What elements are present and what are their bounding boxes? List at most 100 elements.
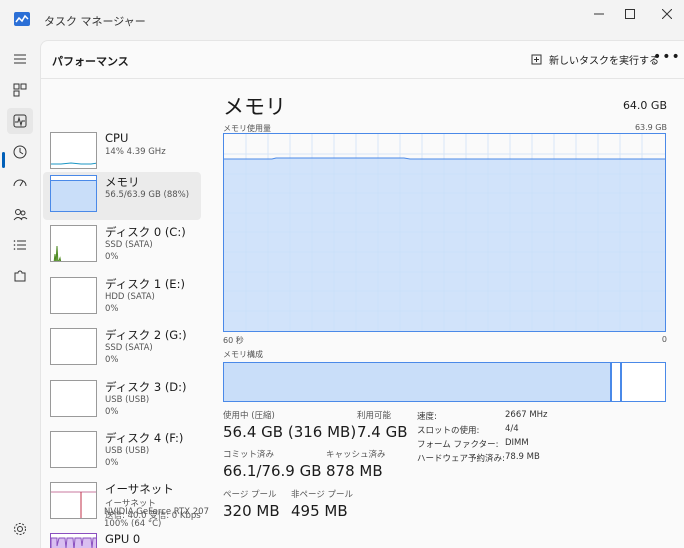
- close-icon: [661, 8, 673, 20]
- composition-modified-segment: [620, 363, 622, 401]
- resource-item-disk3[interactable]: ディスク 3 (D:) USB (USB) 0%: [43, 377, 201, 425]
- resource-list: CPU 14% 4.39 GHz メモリ 56.5/63.9 GB (88%) …: [41, 79, 203, 548]
- gpu-thumbnail: [50, 533, 97, 548]
- more-icon: •••: [653, 49, 681, 65]
- resource-detail: HDD (SATA): [105, 292, 155, 302]
- stat-in-use: 使用中 (圧縮) 56.4 GB (316 MB): [223, 409, 356, 441]
- resource-detail: 14% 4.39 GHz: [105, 147, 166, 157]
- resource-usage: 0%: [105, 458, 119, 468]
- stat-nonpaged-pool: 非ページ プール 495 MB: [291, 488, 353, 520]
- disk4-thumbnail: [50, 431, 97, 468]
- hamburger-icon: [14, 54, 26, 64]
- resource-usage: 0%: [105, 355, 119, 365]
- resource-detail: SSD (SATA): [105, 240, 153, 250]
- resource-item-disk0[interactable]: ディスク 0 (C:) SSD (SATA) 0%: [43, 222, 201, 270]
- stat-label: 非ページ プール: [291, 490, 354, 500]
- run-new-task-button[interactable]: 新しいタスクを実行する: [531, 52, 659, 67]
- run-task-label: 新しいタスクを実行する: [549, 56, 659, 67]
- disk3-thumbnail: [50, 380, 97, 417]
- resource-name: CPU: [105, 131, 129, 145]
- resource-item-disk4[interactable]: ディスク 4 (F:) USB (USB) 0%: [43, 428, 201, 476]
- nav-settings[interactable]: [7, 516, 33, 542]
- nav-processes[interactable]: [7, 77, 33, 103]
- services-puzzle-icon: [14, 270, 26, 282]
- total-memory: 64.0 GB: [622, 99, 667, 112]
- resource-name: GPU 0: [105, 532, 141, 546]
- detail-slots-label: スロットの使用:: [417, 426, 480, 436]
- nav-startup-apps[interactable]: [7, 170, 33, 196]
- hamburger-menu-button[interactable]: [7, 46, 33, 72]
- maximize-icon: [625, 9, 635, 19]
- run-task-icon: [531, 54, 542, 64]
- resource-item-disk2[interactable]: ディスク 2 (G:) SSD (SATA) 0%: [43, 325, 201, 373]
- resource-item-cpu[interactable]: CPU 14% 4.39 GHz: [43, 129, 201, 177]
- stat-value: 495 MB: [291, 502, 348, 520]
- composition-label: メモリ構成: [223, 350, 263, 359]
- stat-value: 878 MB: [326, 462, 383, 480]
- usage-graph-max: 63.9 GB: [634, 123, 667, 132]
- page-header: パフォーマンス 新しいタスクを実行する •••: [41, 41, 684, 79]
- memory-composition-bar: [223, 362, 666, 402]
- cpu-thumbnail: [50, 132, 97, 169]
- memory-usage-svg: [224, 134, 665, 331]
- stat-label: コミット済み: [223, 450, 275, 460]
- resource-usage: 0%: [105, 407, 119, 417]
- stat-value: 66.1/76.9 GB: [223, 462, 322, 480]
- memory-thumbnail: [50, 175, 97, 212]
- details-list-icon: [13, 240, 26, 250]
- navigation-rail: [0, 40, 40, 548]
- detail-form-factor-value: DIMM: [505, 438, 529, 448]
- graph-axis-right-label: 0: [661, 335, 667, 344]
- task-manager-app-icon: [14, 12, 30, 26]
- minimize-button[interactable]: [584, 4, 614, 26]
- panel-title: メモリ: [223, 95, 286, 119]
- minimize-icon: [594, 13, 604, 15]
- resource-item-memory[interactable]: メモリ 56.5/63.9 GB (88%): [43, 172, 201, 220]
- gpu-model: NVIDIA GeForce RTX 207: [104, 507, 209, 517]
- history-icon: [13, 145, 27, 159]
- stat-label: ページ プール: [223, 490, 277, 500]
- resource-detail: 56.5/63.9 GB (88%): [105, 190, 190, 200]
- resource-usage: 0%: [105, 304, 119, 314]
- more-options-button[interactable]: •••: [653, 49, 681, 65]
- content-pane: パフォーマンス 新しいタスクを実行する ••• CPU 14% 4.39 GHz…: [40, 40, 684, 548]
- detail-speed-value: 2667 MHz: [505, 410, 548, 420]
- gear-icon: [14, 523, 26, 535]
- stat-value: 7.4 GB: [357, 423, 408, 441]
- resource-name: ディスク 3 (D:): [105, 380, 187, 394]
- close-button[interactable]: [652, 4, 682, 26]
- resource-usage: 0%: [105, 252, 119, 262]
- nav-app-history[interactable]: [7, 139, 33, 165]
- nav-services[interactable]: [7, 263, 33, 289]
- detail-speed-label: 速度:: [417, 412, 437, 422]
- detail-slots-value: 4/4: [505, 424, 519, 434]
- resource-name: メモリ: [105, 175, 140, 189]
- stat-paged-pool: ページ プール 320 MB: [223, 488, 280, 520]
- memory-panel: メモリ 64.0 GB メモリ使用量 63.9 GB 60 秒 0 メモリ構成 …: [223, 79, 669, 548]
- app-title: タスク マネージャー: [44, 15, 146, 28]
- nav-users[interactable]: [7, 201, 33, 227]
- detail-hw-reserved-value: 78.9 MB: [505, 452, 540, 462]
- speedometer-icon: [13, 179, 27, 187]
- stat-label: 使用中 (圧縮): [223, 411, 275, 421]
- maximize-button[interactable]: [615, 4, 645, 26]
- nav-performance[interactable]: [7, 108, 33, 134]
- disk0-thumbnail: [50, 225, 97, 262]
- title-bar: タスク マネージャー: [0, 0, 684, 40]
- resource-name: ディスク 4 (F:): [105, 431, 184, 445]
- resource-name: ディスク 1 (E:): [105, 277, 185, 291]
- memory-usage-area: [224, 158, 665, 331]
- detail-hw-reserved-label: ハードウェア予約済み:: [417, 454, 505, 464]
- disk2-thumbnail: [50, 328, 97, 365]
- resource-detail: USB (USB): [105, 446, 150, 456]
- stat-label: キャッシュ済み: [326, 450, 386, 460]
- nav-details[interactable]: [7, 232, 33, 258]
- resource-name: ディスク 2 (G:): [105, 328, 187, 342]
- stat-cached: キャッシュ済み 878 MB: [326, 448, 386, 480]
- ethernet-thumbnail: [50, 482, 97, 519]
- detail-form-factor-label: フォーム ファクター:: [417, 440, 499, 450]
- nav-active-indicator: [2, 152, 5, 168]
- resource-item-disk1[interactable]: ディスク 1 (E:) HDD (SATA) 0%: [43, 274, 201, 322]
- stat-committed: コミット済み 66.1/76.9 GB: [223, 448, 322, 480]
- resource-item-gpu0[interactable]: GPU 0: [43, 530, 201, 548]
